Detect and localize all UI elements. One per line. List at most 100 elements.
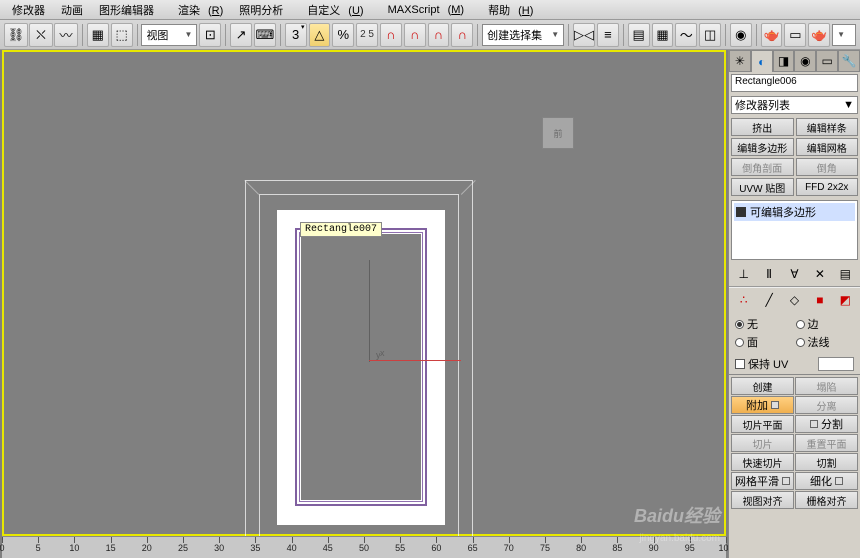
btn-quickslice[interactable]: 快速切片 [731, 453, 794, 471]
ruler-tick-label: 45 [323, 543, 333, 553]
subobj-element[interactable]: ◩ [836, 291, 854, 309]
menu-animation[interactable]: 动画 [53, 0, 91, 20]
btn-grid-align[interactable]: 栅格对齐 [795, 491, 858, 509]
render-production-button[interactable]: 🫖 [808, 23, 830, 47]
graphite-ribbon-button[interactable]: ▦ [652, 23, 674, 47]
subobj-vertex[interactable]: ∴ [735, 291, 753, 309]
tab-motion[interactable]: ◉ [794, 50, 816, 72]
btn-chamfer[interactable]: 倒角 [796, 158, 859, 176]
percent-snap-button[interactable]: % [332, 23, 354, 47]
ruler-tick-label: 50 [359, 543, 369, 553]
ruler-tick-label: 85 [612, 543, 622, 553]
menu-graph-editors[interactable]: 图形编辑器 [91, 0, 162, 20]
snap-magnet-3[interactable]: ∩ [428, 23, 450, 47]
btn-edit-poly[interactable]: 编辑多边形 [731, 138, 794, 156]
tab-modify[interactable]: ◐ [751, 50, 773, 72]
btn-reset-plane[interactable]: 重置平面 [795, 434, 858, 452]
modifier-list-dropdown[interactable]: 修改器列表▼ [731, 96, 858, 114]
menu-maxscript[interactable]: MAXScript(M) [372, 2, 472, 18]
make-unique-button[interactable]: ∀ [785, 265, 803, 283]
snap-toggle-button[interactable]: 3▾ [285, 23, 307, 47]
btn-split[interactable]: 分割 [795, 415, 858, 433]
tab-display[interactable]: ▭ [816, 50, 838, 72]
btn-edit-spline[interactable]: 编辑样条 [796, 118, 859, 136]
menu-rendering[interactable]: 渲染(R) [162, 0, 231, 20]
radio-face[interactable]: 面 [735, 334, 794, 350]
btn-slice[interactable]: 切片 [731, 434, 794, 452]
menu-modifiers[interactable]: 修改器 [4, 0, 53, 20]
spinner-snap-button[interactable]: 2 5 [356, 23, 378, 47]
ruler-tick-label: 70 [504, 543, 514, 553]
material-editor-button[interactable]: ◉ [730, 23, 752, 47]
modifier-stack[interactable]: 可编辑多边形 [731, 200, 858, 260]
select-link-button[interactable]: ⛓ [4, 23, 28, 47]
render-setup-button[interactable]: 🫖 [761, 23, 783, 47]
ruler-tick-label: 25 [178, 543, 188, 553]
gizmo-x-axis[interactable] [369, 360, 461, 361]
curve-editor-button[interactable]: 〜 [675, 23, 697, 47]
menu-customize[interactable]: 自定义(U) [291, 0, 371, 20]
preserve-uv-spinner[interactable] [818, 357, 854, 371]
command-panel: ✳ ◐ ◨ ◉ ▭ 🔧 Rectangle006 修改器列表▼ 挤出 编辑样条 … [728, 50, 860, 558]
btn-extrude[interactable]: 挤出 [731, 118, 794, 136]
snap-magnet-4[interactable]: ∩ [451, 23, 473, 47]
tab-utilities[interactable]: 🔧 [838, 50, 860, 72]
subobj-polygon[interactable]: ■ [811, 291, 829, 309]
menu-help[interactable]: 帮助(H) [472, 0, 541, 20]
crossing-toggle-button[interactable]: ⬚ [111, 23, 133, 47]
configure-sets-button[interactable]: ▤ [836, 265, 854, 283]
layer-manager-button[interactable]: ▤ [628, 23, 650, 47]
btn-tessellate[interactable]: 细化 [795, 472, 858, 490]
selection-filter-button[interactable]: ▦ [87, 23, 109, 47]
keyboard-shortcut-button[interactable]: ⌨ [254, 23, 276, 47]
viewcube-front-face[interactable]: 前 [542, 117, 574, 149]
snap-magnet-1[interactable]: ∩ [380, 23, 402, 47]
btn-collapse[interactable]: 塌陷 [795, 377, 858, 395]
snap-magnet-2[interactable]: ∩ [404, 23, 426, 47]
use-center-flyout[interactable]: ⊡ [199, 23, 221, 47]
btn-cut[interactable]: 切割 [795, 453, 858, 471]
named-selection-dropdown[interactable]: 创建选择集▼ [482, 24, 564, 46]
remove-modifier-button[interactable]: ✕ [811, 265, 829, 283]
btn-msmooth[interactable]: 网格平滑 [731, 472, 794, 490]
btn-view-align[interactable]: 视图对齐 [731, 491, 794, 509]
btn-detach[interactable]: 分离 [795, 396, 858, 414]
btn-ffd[interactable]: FFD 2x2x [796, 178, 859, 196]
tab-create[interactable]: ✳ [729, 50, 751, 72]
viewcube[interactable]: 前 [533, 108, 583, 158]
pin-stack-button[interactable]: ⊥ [735, 265, 753, 283]
radio-edge[interactable]: 边 [796, 316, 855, 332]
time-ruler[interactable]: 0510152025303540455055606570758085909510… [2, 536, 726, 558]
object-name-field[interactable]: Rectangle006 [731, 74, 858, 92]
check-preserve-uv[interactable]: 保持 UV [729, 354, 860, 374]
angle-snap-button[interactable]: △ [309, 23, 331, 47]
tab-hierarchy[interactable]: ◨ [773, 50, 795, 72]
subobj-border[interactable]: ◇ [785, 291, 803, 309]
btn-chamfer-profile[interactable]: 倒角剖面 [731, 158, 794, 176]
render-preset-dropdown[interactable]: ▼ [832, 24, 856, 46]
bind-spacewarp-button[interactable]: 〰 [54, 23, 78, 47]
stack-item-editable-poly[interactable]: 可编辑多边形 [734, 203, 855, 221]
btn-attach[interactable]: 附加 [731, 396, 794, 414]
schematic-view-button[interactable]: ◫ [699, 23, 721, 47]
viewport[interactable]: 前 x y Rectangle007 [0, 50, 728, 536]
expand-icon[interactable] [736, 207, 746, 217]
select-manipulate-button[interactable]: ↗ [230, 23, 252, 47]
align-flyout[interactable]: ≡ [597, 23, 619, 47]
unlink-button[interactable]: ⛌ [29, 23, 53, 47]
rendered-frame-button[interactable]: ▭ [784, 23, 806, 47]
btn-edit-mesh[interactable]: 编辑网格 [796, 138, 859, 156]
radio-none[interactable]: 无 [735, 316, 794, 332]
subobj-edge[interactable]: ╱ [760, 291, 778, 309]
radio-normal[interactable]: 法线 [796, 334, 855, 350]
show-end-result-button[interactable]: Ⅱ [760, 265, 778, 283]
menu-bar: 修改器 动画 图形编辑器 渲染(R) 照明分析 自定义(U) MAXScript… [0, 0, 860, 20]
reference-coord-dropdown[interactable]: 视图▼ [141, 24, 197, 46]
attach-list-icon[interactable] [771, 401, 779, 409]
btn-uvw-map[interactable]: UVW 贴图 [731, 178, 794, 196]
gizmo-y-axis[interactable] [369, 260, 370, 362]
menu-lighting-analysis[interactable]: 照明分析 [231, 0, 291, 20]
btn-create-geo[interactable]: 创建 [731, 377, 794, 395]
btn-slice-plane[interactable]: 切片平面 [731, 415, 794, 433]
mirror-button[interactable]: ▷◁ [573, 23, 595, 47]
